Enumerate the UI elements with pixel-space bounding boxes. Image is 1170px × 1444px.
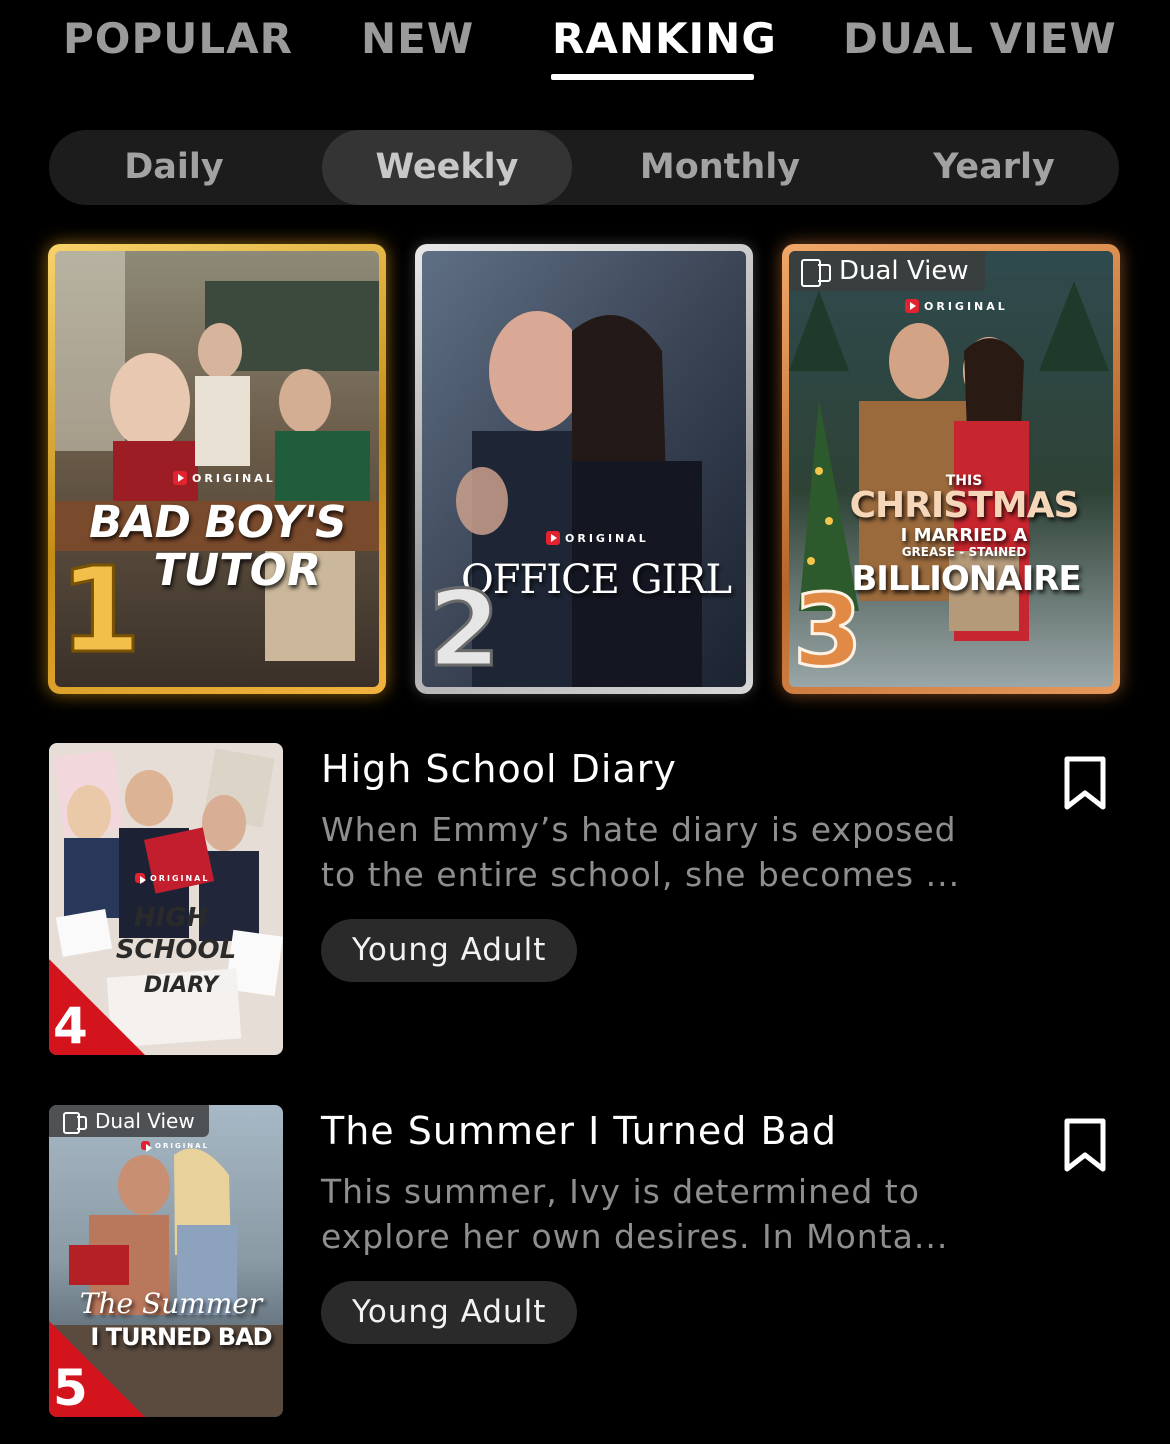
dual-view-icon	[801, 259, 831, 287]
original-label: ORIGINAL	[905, 299, 1008, 313]
ranking-card-2[interactable]: ORIGINAL OFFICE GIRL 2	[415, 244, 753, 694]
active-tab-indicator	[551, 74, 754, 80]
description-line2: explore her own desires. In Monta...	[321, 1217, 949, 1256]
bookmark-outline-icon[interactable]	[1063, 1117, 1107, 1173]
description-line2: to the entire school, she becomes ...	[321, 855, 961, 894]
tab-new[interactable]: NEW	[361, 14, 474, 63]
original-label: ORIGINAL	[135, 873, 210, 884]
rank-number: 2	[426, 568, 501, 687]
poster-image: Dual View ORIGINAL The Summer I TURNED B…	[49, 1105, 283, 1417]
tab-ranking[interactable]: RANKING	[552, 14, 777, 63]
play-logo-icon	[135, 873, 146, 884]
item-title[interactable]: The Summer I Turned Bad	[321, 1109, 837, 1153]
rank-number: 5	[53, 1359, 88, 1417]
description-line1: This summer, Ivy is determined to	[321, 1172, 920, 1211]
original-text: ORIGINAL	[565, 531, 649, 545]
play-logo-icon	[141, 1141, 152, 1152]
poster-title-line3: GREASE - STAINED	[901, 545, 1027, 559]
list-item[interactable]: Dual View ORIGINAL The Summer I TURNED B…	[49, 1105, 1121, 1417]
poster-title-line1: CHRISTMAS	[849, 485, 1080, 526]
ranking-card-3[interactable]: ORIGINAL Dual View THIS CHRISTMAS I MARR…	[782, 244, 1120, 694]
tab-dual-view[interactable]: DUAL VIEW	[843, 14, 1117, 63]
dual-view-badge: Dual View	[49, 1105, 209, 1137]
play-logo-icon	[173, 471, 187, 485]
ranking-card-1[interactable]: ORIGINAL BAD BOY'S TUTOR 1	[48, 244, 386, 694]
period-selector: Daily Weekly Monthly Yearly	[49, 130, 1119, 205]
top-tab-bar: POPULAR NEW RANKING DUAL VIEW	[0, 0, 1170, 90]
dual-view-label: Dual View	[95, 1109, 195, 1133]
original-label: ORIGINAL	[546, 531, 649, 545]
list-item[interactable]: ORIGINAL HIGH SCHOOL DIARY 4 High School…	[49, 743, 1121, 1055]
poster-image: ORIGINAL OFFICE GIRL 2	[422, 251, 746, 687]
item-description: This summer, Ivy is determined to explor…	[321, 1169, 1001, 1259]
poster-title-line1: HIGH	[133, 903, 209, 933]
original-text: ORIGINAL	[155, 1141, 210, 1150]
poster-title-line1: The Summer	[79, 1287, 263, 1320]
rank-number: 1	[57, 541, 142, 679]
item-description: When Emmy’s hate diary is exposed to the…	[321, 807, 1001, 897]
poster-image: ORIGINAL Dual View THIS CHRISTMAS I MARR…	[789, 251, 1113, 687]
item-title[interactable]: High School Diary	[321, 747, 677, 791]
rank-badge: 5	[49, 1321, 145, 1417]
original-label: ORIGINAL	[173, 471, 276, 485]
poster-title-line2: I MARRIED A	[900, 525, 1028, 546]
rank-number: 3	[792, 572, 865, 687]
rank-badge: 4	[49, 959, 145, 1055]
tab-popular[interactable]: POPULAR	[63, 14, 293, 63]
period-daily[interactable]: Daily	[49, 130, 299, 205]
poster-image: ORIGINAL BAD BOY'S TUTOR 1	[55, 251, 379, 687]
original-text: ORIGINAL	[192, 471, 276, 485]
description-line1: When Emmy’s hate diary is exposed	[321, 810, 957, 849]
play-logo-icon	[546, 531, 560, 545]
play-logo-icon	[905, 299, 919, 313]
dual-view-label: Dual View	[839, 256, 969, 286]
genre-tag[interactable]: Young Adult	[321, 1281, 578, 1344]
dual-view-icon	[63, 1112, 87, 1134]
dual-view-badge: Dual View	[789, 251, 985, 291]
genre-tag[interactable]: Young Adult	[321, 919, 578, 982]
rank-number: 4	[53, 997, 88, 1055]
period-monthly[interactable]: Monthly	[595, 130, 845, 205]
original-text: ORIGINAL	[150, 873, 210, 883]
bookmark-outline-icon[interactable]	[1063, 755, 1107, 811]
period-weekly[interactable]: Weekly	[322, 130, 572, 205]
poster-image: ORIGINAL HIGH SCHOOL DIARY 4	[49, 743, 283, 1055]
period-yearly[interactable]: Yearly	[869, 130, 1119, 205]
original-label: ORIGINAL	[141, 1141, 210, 1152]
original-text: ORIGINAL	[924, 299, 1008, 313]
